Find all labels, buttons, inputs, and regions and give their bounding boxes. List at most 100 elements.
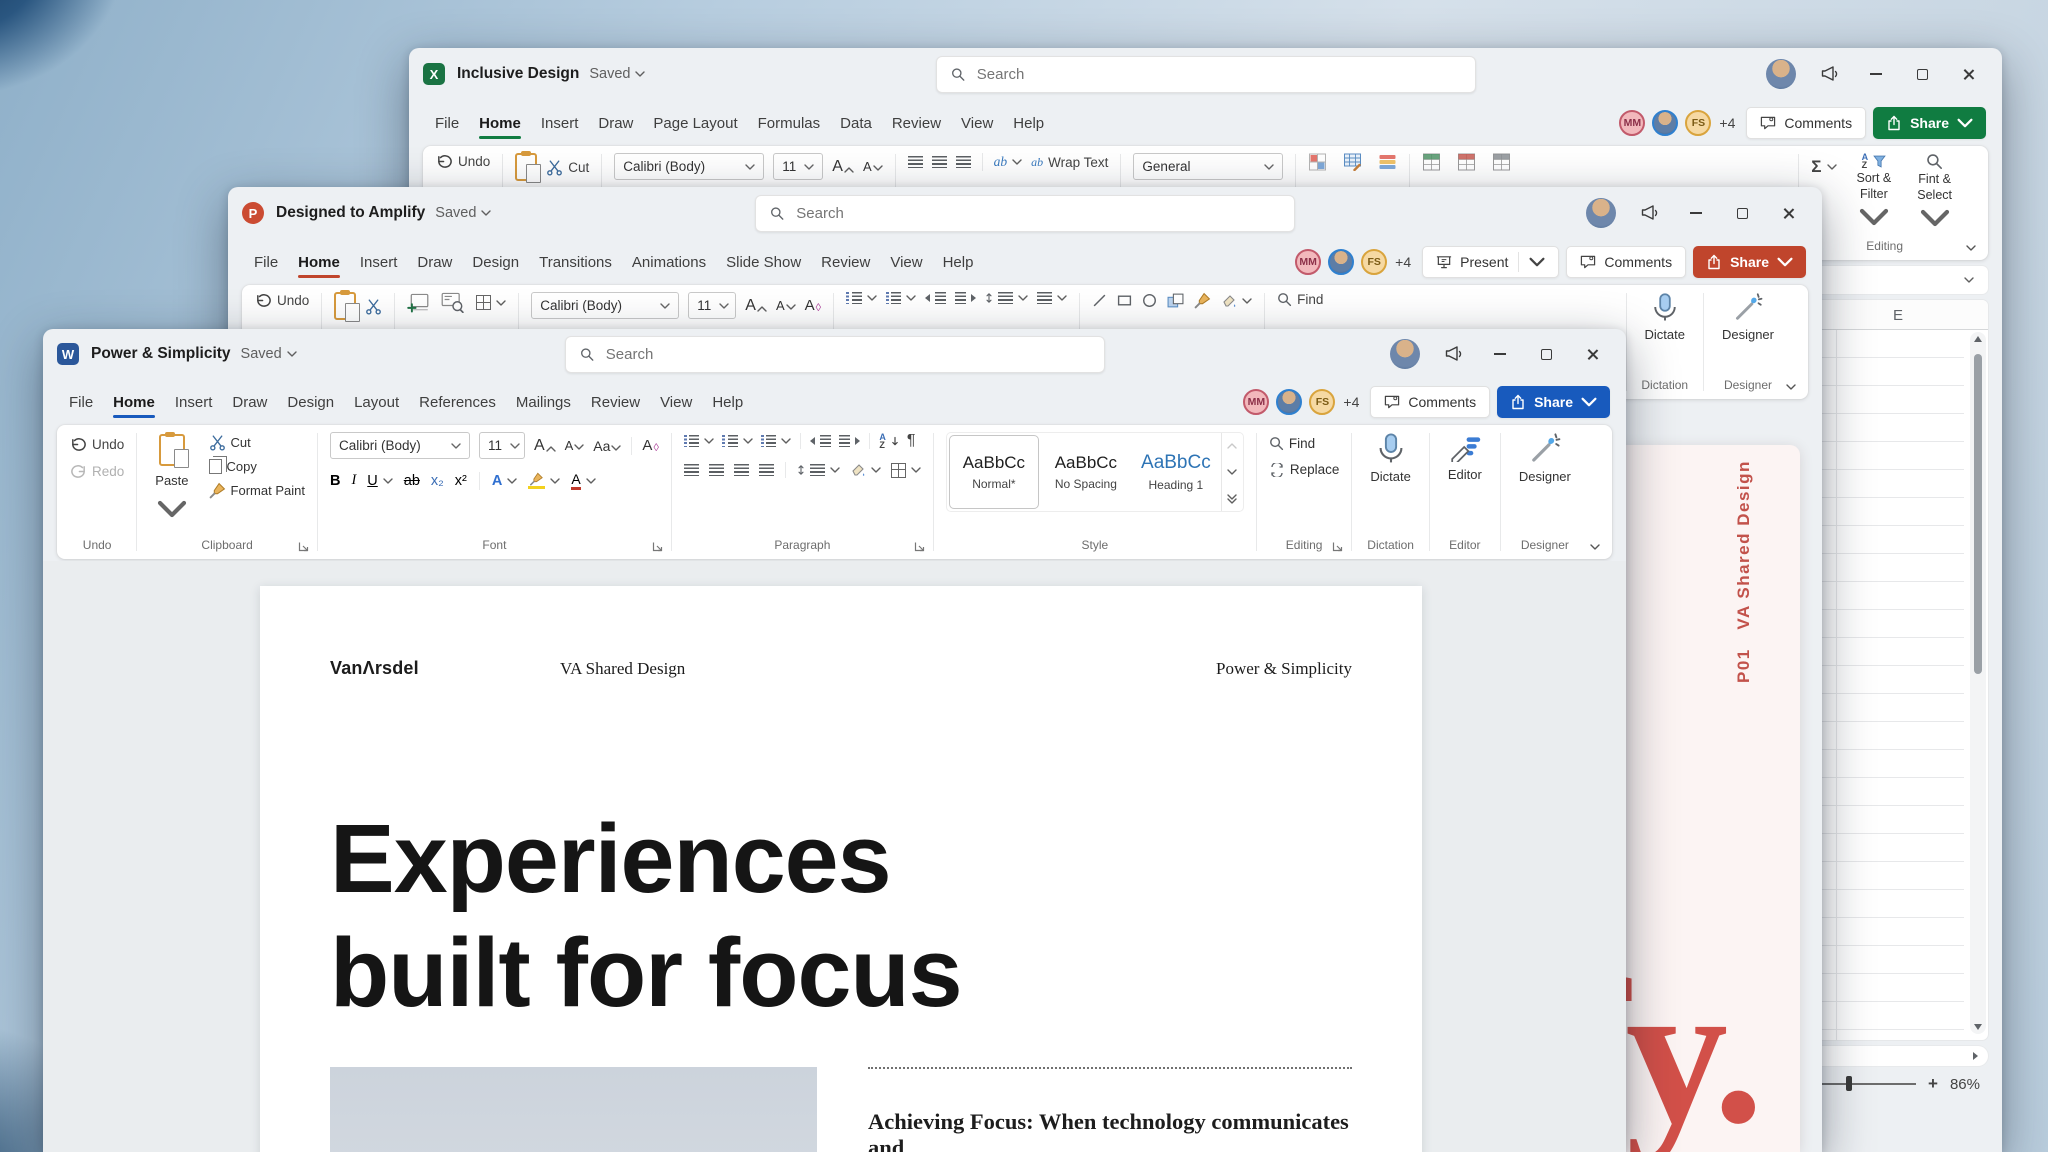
word-tab-references[interactable]: References: [409, 379, 506, 425]
word-tab-help[interactable]: Help: [702, 379, 753, 425]
text-direction-button[interactable]: [1037, 292, 1067, 304]
cut-button[interactable]: [365, 298, 382, 315]
powerpoint-search-box[interactable]: [755, 195, 1295, 232]
user-avatar[interactable]: [1586, 198, 1616, 228]
excel-tab-view[interactable]: View: [951, 100, 1003, 146]
highlight-color-button[interactable]: [528, 472, 560, 489]
close-button[interactable]: [1768, 198, 1808, 228]
ppt-tab-draw[interactable]: Draw: [407, 239, 462, 285]
shrink-font-button[interactable]: A: [776, 298, 796, 313]
collaborator-overflow-count[interactable]: +4: [1343, 394, 1359, 410]
new-slide-button[interactable]: [407, 293, 429, 313]
excel-search-box[interactable]: [935, 56, 1476, 93]
vertical-scrollbar[interactable]: [1970, 332, 1986, 1034]
word-tab-mailings[interactable]: Mailings: [506, 379, 581, 425]
table-button[interactable]: [476, 295, 506, 310]
grow-font-button[interactable]: A: [745, 297, 767, 315]
grow-font-button[interactable]: A: [832, 158, 854, 176]
dictate-button[interactable]: Dictate: [1639, 292, 1691, 342]
collaborator-avatar-photo[interactable]: [1652, 110, 1679, 136]
excel-tab-help[interactable]: Help: [1003, 100, 1054, 146]
maximize-button[interactable]: [1902, 59, 1942, 89]
designer-button[interactable]: Designer: [1513, 432, 1577, 484]
ppt-tab-slide-show[interactable]: Slide Show: [716, 239, 811, 285]
excel-tab-review[interactable]: Review: [882, 100, 951, 146]
excel-search-input[interactable]: [974, 65, 1461, 84]
user-avatar[interactable]: [1390, 339, 1420, 369]
comments-button[interactable]: Comments: [1370, 386, 1491, 418]
copy-button[interactable]: Copy: [208, 456, 305, 474]
collaborator-avatar-photo[interactable]: [1328, 249, 1355, 275]
style-normal[interactable]: AaBbCc Normal*: [948, 435, 1039, 509]
rectangle-shape-icon[interactable]: [1117, 293, 1132, 308]
undo-button[interactable]: Undo: [70, 436, 124, 453]
font-size-select[interactable]: 11: [478, 432, 525, 459]
editor-button[interactable]: Editor: [1442, 432, 1488, 482]
numbering-button[interactable]: [722, 435, 753, 447]
line-spacing-button[interactable]: [985, 292, 1028, 304]
ppt-tab-insert[interactable]: Insert: [350, 239, 408, 285]
ribbon-collapse-chevron[interactable]: [1966, 245, 1976, 251]
document-page[interactable]: VanΛrsdel VA Shared Design Power & Simpl…: [260, 586, 1422, 1152]
zoom-slider-thumb[interactable]: [1846, 1076, 1853, 1092]
paste-button[interactable]: [334, 290, 361, 322]
style-no-spacing[interactable]: AaBbCc No Spacing: [1040, 433, 1131, 511]
close-button[interactable]: [1572, 339, 1612, 369]
align-left-button[interactable]: [683, 464, 699, 476]
powerpoint-save-status[interactable]: Saved: [435, 205, 491, 221]
wrap-text-button[interactable]: ab Wrap Text: [1031, 155, 1108, 170]
close-button[interactable]: [1948, 59, 1988, 89]
align-top-icon[interactable]: [907, 156, 923, 168]
undo-button[interactable]: Undo: [436, 153, 490, 170]
bold-button[interactable]: B: [330, 473, 340, 489]
font-name-select[interactable]: Calibri (Body): [329, 432, 470, 459]
share-button[interactable]: Share: [1693, 246, 1806, 278]
font-name-select[interactable]: Calibri (Body): [614, 153, 765, 180]
redo-button[interactable]: Redo: [70, 463, 124, 480]
font-dialog-launcher[interactable]: [652, 541, 663, 552]
collaborator-avatar-fs[interactable]: FS: [1309, 389, 1336, 415]
minimize-button[interactable]: [1480, 339, 1520, 369]
decrease-indent-button[interactable]: [925, 292, 947, 304]
shape-fill-button[interactable]: [1221, 293, 1252, 309]
sort-filter-button[interactable]: AZ Sort & Filter: [1851, 153, 1898, 231]
line-shape-icon[interactable]: [1092, 293, 1107, 308]
justify-button[interactable]: [758, 464, 774, 476]
increase-indent-button[interactable]: [955, 292, 977, 304]
column-header-e[interactable]: E: [1893, 300, 1903, 330]
delete-cells-icon[interactable]: [1457, 153, 1476, 171]
slide-layout-button[interactable]: [441, 292, 464, 313]
share-button[interactable]: Share: [1497, 386, 1610, 418]
scroll-up-arrow[interactable]: [1974, 336, 1982, 342]
word-tab-insert[interactable]: Insert: [165, 379, 223, 425]
bullets-button[interactable]: [846, 292, 877, 304]
align-right-button[interactable]: [733, 464, 749, 476]
font-color-button[interactable]: A: [571, 471, 595, 490]
paste-button[interactable]: Paste: [149, 432, 194, 523]
word-tab-home[interactable]: Home: [103, 379, 165, 425]
ppt-tab-home[interactable]: Home: [288, 239, 350, 285]
excel-tab-file[interactable]: File: [425, 100, 469, 146]
ppt-tab-help[interactable]: Help: [933, 239, 984, 285]
cell-styles-icon[interactable]: [1378, 153, 1397, 171]
clear-formatting-button[interactable]: A ◊: [805, 297, 821, 314]
excel-tab-insert[interactable]: Insert: [531, 100, 589, 146]
number-format-select[interactable]: General: [1133, 153, 1284, 180]
numbering-button[interactable]: [886, 292, 917, 304]
borders-button[interactable]: [890, 462, 921, 478]
quick-styles-icon[interactable]: [1194, 292, 1211, 309]
autosum-button[interactable]: Σ: [1811, 157, 1836, 177]
word-search-box[interactable]: [564, 336, 1105, 373]
designer-button[interactable]: Designer: [1716, 292, 1780, 342]
collaborator-avatar-fs[interactable]: FS: [1685, 110, 1712, 136]
word-tab-design[interactable]: Design: [277, 379, 344, 425]
ppt-tab-design[interactable]: Design: [462, 239, 529, 285]
whats-new-megaphone-icon[interactable]: [1630, 198, 1670, 228]
collaborator-avatar-mm[interactable]: MM: [1243, 389, 1270, 415]
shading-button[interactable]: [850, 462, 881, 478]
comments-button[interactable]: Comments: [1566, 246, 1687, 278]
style-scroll-down[interactable]: [1222, 459, 1243, 485]
minimize-button[interactable]: [1676, 198, 1716, 228]
replace-button[interactable]: Replace: [1269, 462, 1339, 477]
scrollbar-thumb[interactable]: [1974, 354, 1982, 674]
